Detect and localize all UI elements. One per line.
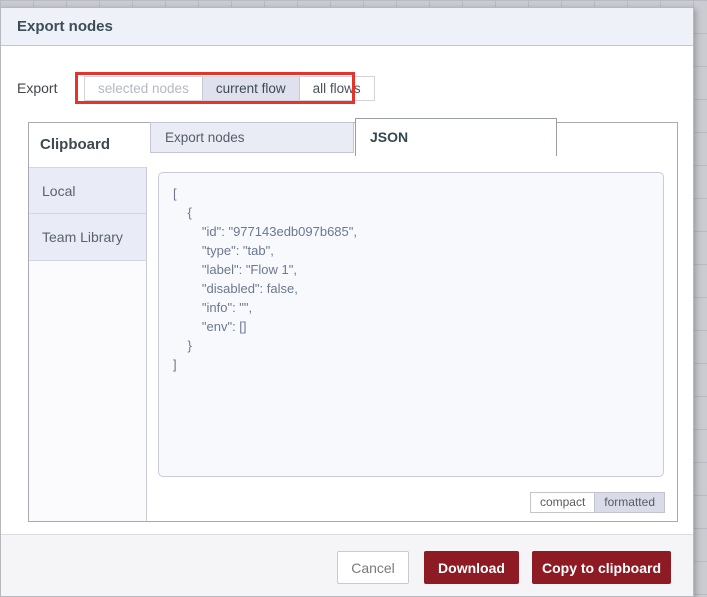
sidebar-item-local[interactable]: Local [29,167,146,214]
library-sidebar: Local Team Library [29,167,147,521]
sidebar-item-team-library[interactable]: Team Library [29,214,146,261]
format-formatted-button[interactable]: formatted [594,493,664,512]
tab-export-nodes[interactable]: Export nodes [150,122,354,153]
cancel-button[interactable]: Cancel [337,551,409,584]
dialog-title: Export nodes [1,8,693,46]
json-format-toggle-group: compact formatted [529,492,665,513]
json-export-content: [ { "id": "977143edb097b685", "type": "t… [173,186,357,372]
json-export-textarea[interactable]: [ { "id": "977143edb097b685", "type": "t… [158,172,664,477]
export-scope-button-group: selected nodes current flow all flows [84,76,375,101]
export-scope-label: Export [17,80,58,96]
export-destination-panel: Clipboard Export nodes JSON Local Team L… [28,118,678,522]
section-label-clipboard: Clipboard [40,136,110,153]
export-option-all-flows[interactable]: all flows [298,77,374,100]
export-option-current-flow[interactable]: current flow [201,77,299,100]
tab-json[interactable]: JSON [355,118,557,156]
dialog-footer: Cancel Download Copy to clipboard [1,535,693,596]
format-compact-button[interactable]: compact [530,493,595,512]
copy-to-clipboard-button[interactable]: Copy to clipboard [532,551,671,584]
export-option-selected-nodes[interactable]: selected nodes [85,77,202,100]
download-button[interactable]: Download [424,551,519,584]
export-nodes-dialog: Export nodes Export selected nodes curre… [0,7,694,597]
